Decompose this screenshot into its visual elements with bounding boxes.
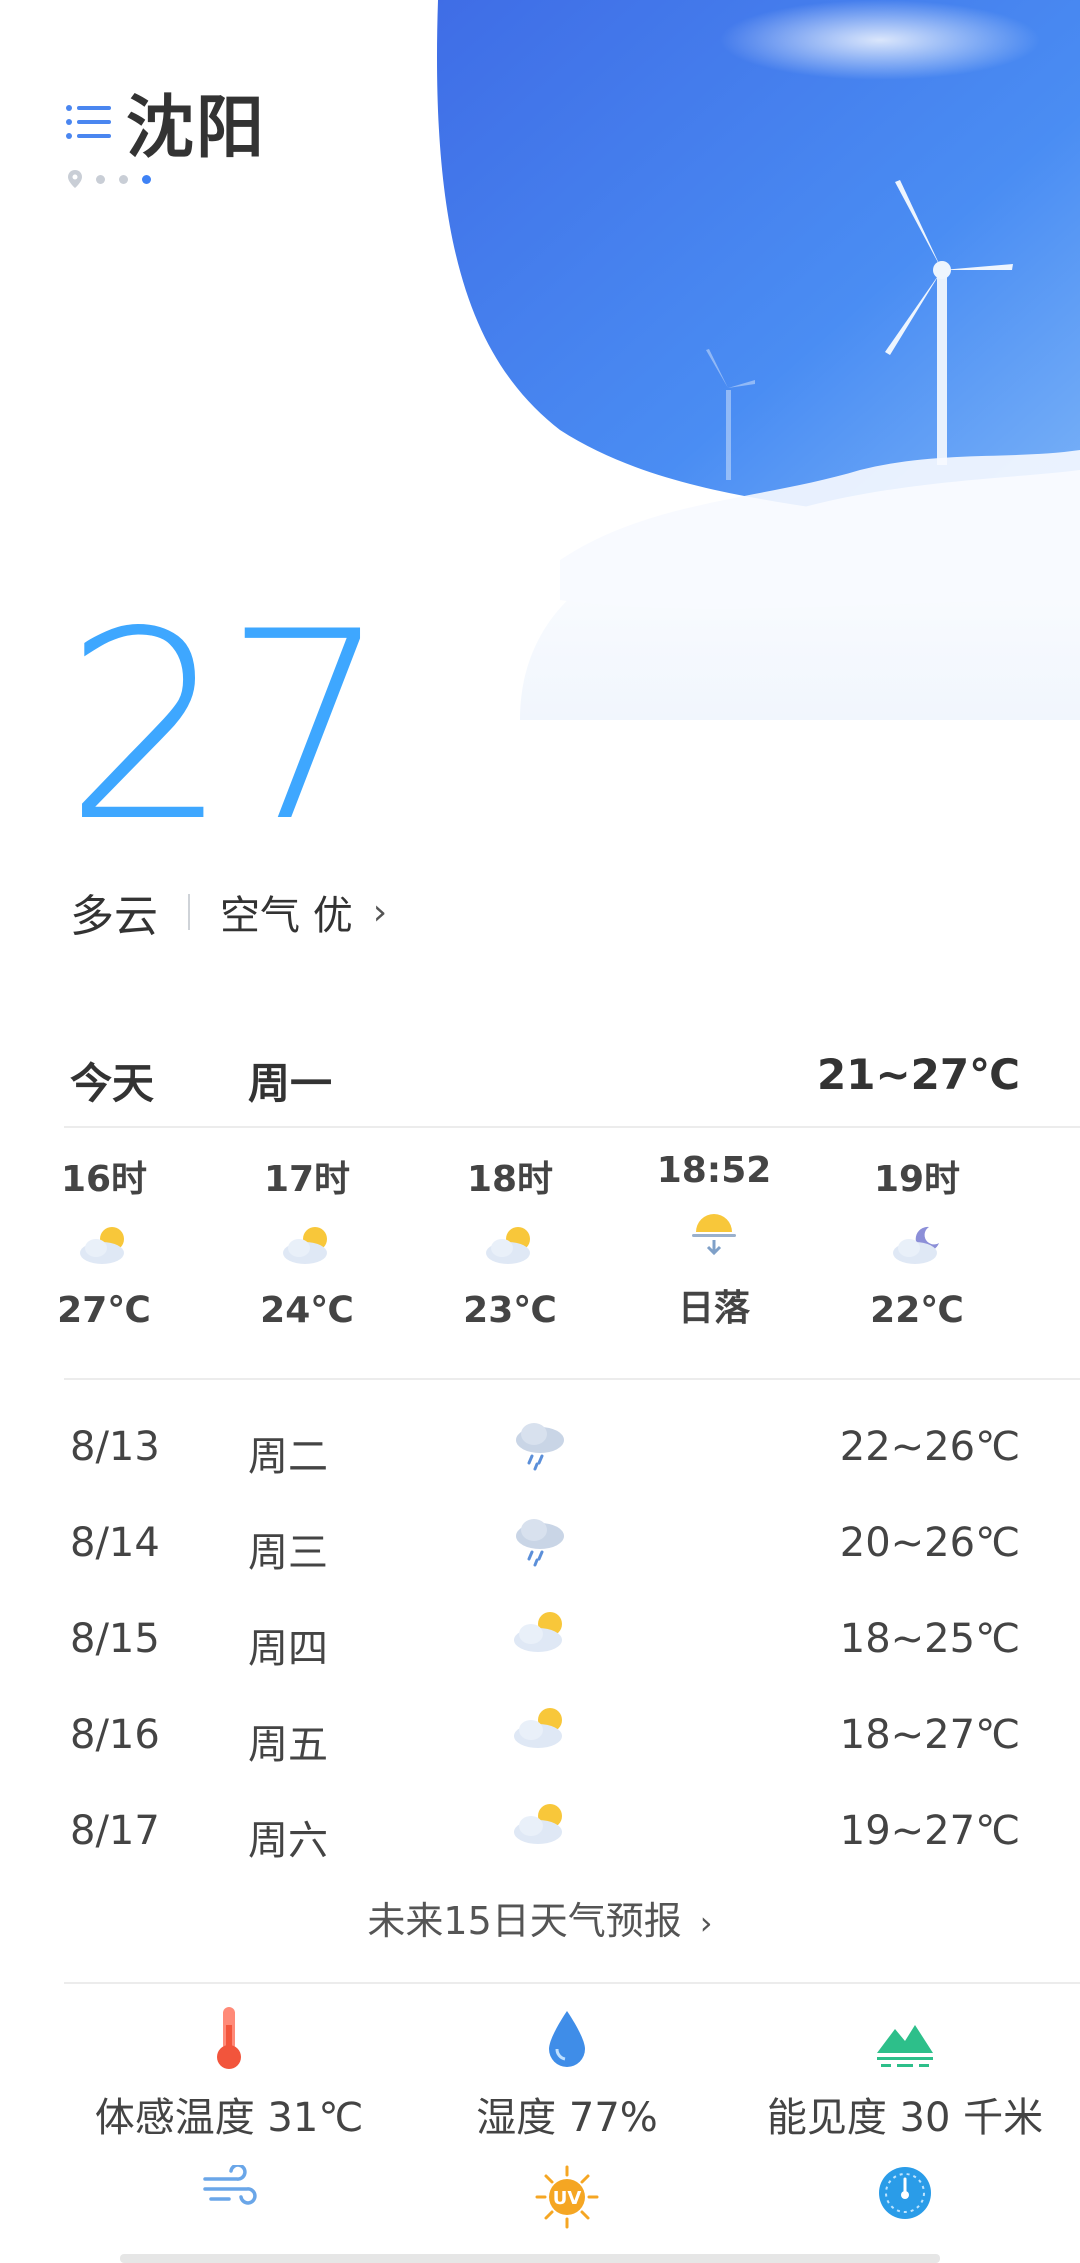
hour-temp: 22℃ — [870, 1290, 964, 1331]
day-weekday: 周二 — [248, 1434, 328, 1480]
daily-row[interactable]: 8/13 周二 22~26℃ — [70, 1410, 1020, 1506]
hour-temp: 24℃ — [260, 1290, 354, 1331]
day-weekday: 周五 — [248, 1722, 328, 1768]
weather-details: 体感温度 31℃ 湿度 77% 能见度 30 千米 — [64, 1995, 1080, 2141]
today-summary: 今天 周一 21~27℃ — [70, 1050, 1020, 1110]
hourly-item: 17时 24℃ — [237, 1150, 377, 1331]
hour-temp: 27℃ — [57, 1290, 151, 1331]
uv-text: UV — [553, 2188, 582, 2209]
visibility-label: 能见度 30 千米 — [766, 2095, 1044, 2141]
hourly-item: 18:52 日落 — [644, 1150, 784, 1331]
partly-cloudy-night-icon — [847, 1210, 987, 1280]
today-range: 21~27℃ — [817, 1050, 1020, 1099]
scroll-indicator — [120, 2254, 940, 2263]
today-weekday: 周一 — [248, 1059, 333, 1108]
hourly-item: 18时 23℃ — [440, 1150, 580, 1331]
hour-time: 19时 — [873, 1159, 961, 1200]
light-rain-icon — [510, 1416, 570, 1476]
humidity-drop-icon — [402, 1995, 732, 2071]
divider — [64, 1126, 1080, 1128]
top-bar: 沈阳 — [64, 72, 266, 171]
day-date: 8/16 — [70, 1712, 160, 1758]
page-dot-active[interactable] — [142, 174, 151, 184]
day-weekday: 周四 — [248, 1626, 328, 1672]
location-pin-icon — [68, 170, 82, 188]
chevron-right-icon[interactable]: › — [373, 892, 387, 933]
weather-condition: 多云 — [70, 891, 158, 942]
sunset-label: 日落 — [677, 1288, 750, 1329]
day-date: 8/13 — [70, 1424, 160, 1470]
detail-visibility[interactable]: 能见度 30 千米 — [740, 1995, 1070, 2143]
hour-time: 17时 — [263, 1159, 351, 1200]
partly-cloudy-day-icon — [34, 1210, 174, 1280]
uv-icon[interactable]: UV — [402, 2165, 732, 2229]
day-weekday: 周六 — [248, 1818, 328, 1864]
daily-row[interactable]: 8/16 周五 18~27℃ — [70, 1698, 1020, 1794]
humidity-label: 湿度 77% — [476, 2095, 658, 2141]
today-label: 今天 — [70, 1059, 155, 1108]
partly-cloudy-day-icon — [510, 1608, 570, 1668]
current-temperature: 27 — [64, 577, 389, 879]
detail-humidity[interactable]: 湿度 77% — [402, 1995, 732, 2143]
light-rain-icon — [510, 1512, 570, 1572]
partly-cloudy-day-icon — [510, 1704, 570, 1764]
page-dot[interactable] — [119, 174, 128, 184]
divider — [188, 894, 190, 930]
hourly-forecast[interactable]: 16时 27℃ 17时 24℃ 18时 23℃ 18:52 日落 19时 22℃ — [57, 1150, 1034, 1360]
day-range: 22~26℃ — [839, 1424, 1020, 1470]
daily-row[interactable]: 8/14 周三 20~26℃ — [70, 1506, 1020, 1602]
divider — [64, 1378, 1080, 1380]
day-date: 8/14 — [70, 1520, 160, 1566]
visibility-icon — [740, 1995, 1070, 2071]
partly-cloudy-day-icon — [440, 1210, 580, 1280]
chevron-right-icon[interactable]: › — [700, 1904, 713, 1942]
feels-like-label: 体感温度 31℃ — [94, 2095, 364, 2141]
daily-row[interactable]: 8/17 周六 19~27℃ — [70, 1794, 1020, 1890]
hour-time: 18:52 — [656, 1150, 772, 1191]
air-quality-link[interactable]: 空气 优 — [220, 883, 353, 941]
day-range: 18~25℃ — [839, 1616, 1020, 1662]
menu-icon[interactable] — [64, 98, 112, 146]
day-date: 8/15 — [70, 1616, 160, 1662]
city-name[interactable]: 沈阳 — [126, 72, 266, 171]
partly-cloudy-day-icon — [237, 1210, 377, 1280]
hourly-item: 19时 22℃ — [847, 1150, 987, 1331]
day-range: 20~26℃ — [839, 1520, 1020, 1566]
day-weekday: 周三 — [248, 1530, 328, 1576]
thermometer-icon — [64, 1995, 394, 2071]
hourly-item: 16时 27℃ — [34, 1150, 174, 1331]
daily-forecast: 8/13 周二 22~26℃ 8/14 周三 20~26℃ 8/15 周四 18… — [70, 1410, 1020, 1890]
page-indicator — [68, 170, 151, 188]
hour-temp: 23℃ — [463, 1290, 557, 1331]
daily-row[interactable]: 8/15 周四 18~25℃ — [70, 1602, 1020, 1698]
hour-time: 16时 — [60, 1159, 148, 1200]
condition-row: 多云 空气 优 › — [70, 880, 387, 944]
wind-icon[interactable] — [64, 2165, 394, 2213]
day-range: 19~27℃ — [839, 1808, 1020, 1854]
pressure-gauge-icon[interactable] — [740, 2165, 1070, 2221]
forecast-link-label[interactable]: 未来15日天气预报 — [367, 1899, 681, 1943]
divider — [64, 1982, 1080, 1984]
day-range: 18~27℃ — [839, 1712, 1020, 1758]
day-date: 8/17 — [70, 1808, 160, 1854]
hour-time: 18时 — [466, 1159, 554, 1200]
forecast-15-day-link[interactable]: 未来15日天气预报 › — [0, 1890, 1080, 1945]
partly-cloudy-day-icon — [510, 1800, 570, 1860]
weather-details-more: UV — [64, 2165, 1080, 2245]
sunset-icon — [644, 1199, 784, 1269]
page-dot[interactable] — [96, 174, 105, 184]
detail-feels-like[interactable]: 体感温度 31℃ — [64, 1995, 394, 2143]
